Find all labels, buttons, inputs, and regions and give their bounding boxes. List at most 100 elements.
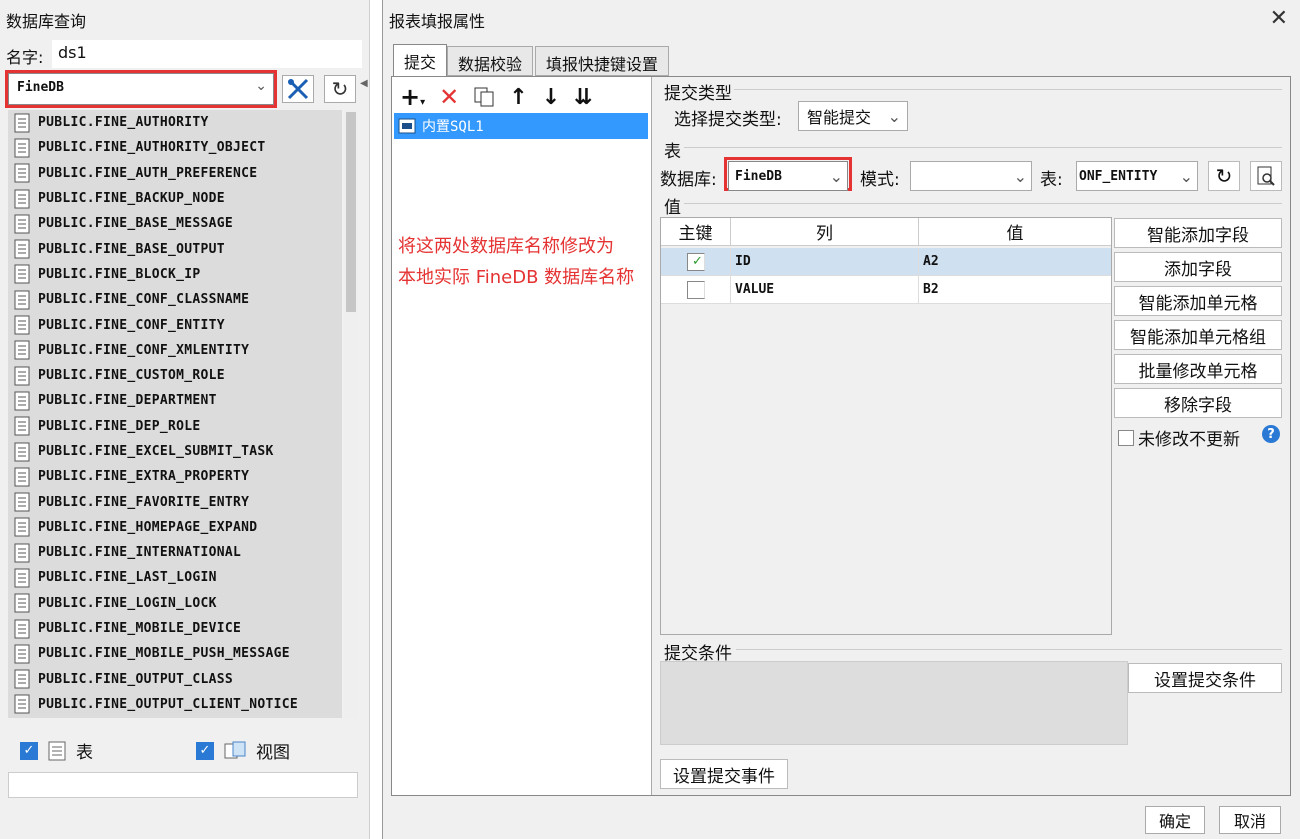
ok-button[interactable]: 确定 xyxy=(1145,806,1205,834)
panel-title: 数据库查询 xyxy=(6,12,87,31)
list-item[interactable]: PUBLIC.FINE_AUTH_PREFERENCE xyxy=(8,161,342,186)
chevron-down-icon: ⌄ xyxy=(1179,166,1193,186)
smart-add-cell-button[interactable]: 智能添加单元格 xyxy=(1114,286,1282,316)
table-icon xyxy=(14,163,30,183)
table-name: PUBLIC.FINE_OUTPUT_CLASS xyxy=(38,671,234,687)
schema-select[interactable]: ⌄ xyxy=(910,161,1032,191)
table-row[interactable]: VALUE B2 xyxy=(661,276,1111,304)
list-item[interactable]: PUBLIC.FINE_INTERNATIONAL xyxy=(8,540,342,565)
value-group-label: 值 xyxy=(664,198,681,218)
connection-settings-button[interactable] xyxy=(282,75,314,103)
list-item[interactable]: PUBLIC.FINE_HOMEPAGE_EXPAND xyxy=(8,515,342,540)
show-tables-checkbox[interactable]: ✓ xyxy=(20,741,38,760)
sql-toolbar: +▾ ✕ ↑ ↓ ⇊ xyxy=(400,83,593,111)
list-item[interactable]: PUBLIC.FINE_BACKUP_NODE xyxy=(8,186,342,211)
list-item[interactable]: PUBLIC.FINE_AUTHORITY_OBJECT xyxy=(8,135,342,160)
table-row[interactable]: ✓ ID A2 xyxy=(661,248,1111,276)
copy-icon[interactable] xyxy=(473,86,495,108)
chevron-down-icon: ⌄ xyxy=(887,106,901,126)
dialog-title: 报表填报属性 xyxy=(389,12,486,31)
show-views-option[interactable]: ✓ 视图 xyxy=(196,738,290,763)
batch-modify-cell-button[interactable]: 批量修改单元格 xyxy=(1114,354,1282,384)
table-icon xyxy=(14,467,30,487)
filter-input[interactable] xyxy=(8,772,358,798)
list-item[interactable]: PUBLIC.FINE_BASE_MESSAGE xyxy=(8,211,342,236)
db-select[interactable]: FineDB ⌄ xyxy=(728,161,848,191)
tab-submit[interactable]: 提交 xyxy=(393,44,448,76)
list-item[interactable]: PUBLIC.FINE_CUSTOM_ROLE xyxy=(8,363,342,388)
list-item[interactable]: PUBLIC.FINE_AUTHORITY xyxy=(8,110,342,135)
close-icon[interactable]: ✕ xyxy=(1270,6,1288,31)
list-item[interactable]: PUBLIC.FINE_EXCEL_SUBMIT_TASK xyxy=(8,439,342,464)
no-update-option[interactable]: 未修改不更新 xyxy=(1118,425,1240,450)
list-item[interactable]: PUBLIC.FINE_LAST_LOGIN xyxy=(8,565,342,590)
primary-key-cell[interactable] xyxy=(661,276,731,303)
value-cell[interactable]: B2 xyxy=(919,276,1111,303)
add-field-button[interactable]: 添加字段 xyxy=(1114,252,1282,282)
list-item[interactable]: PUBLIC.FINE_MOBILE_PUSH_MESSAGE xyxy=(8,641,342,666)
list-item[interactable]: PUBLIC.FINE_MOBILE_DEVICE xyxy=(8,616,342,641)
header-column: 列 xyxy=(731,218,919,245)
condition-area[interactable] xyxy=(660,661,1128,745)
column-cell[interactable]: VALUE xyxy=(731,276,919,303)
table-name: PUBLIC.FINE_DEPARTMENT xyxy=(38,393,217,409)
submit-type-label: 选择提交类型: xyxy=(674,110,782,130)
table-name: PUBLIC.FINE_DEP_ROLE xyxy=(38,418,201,434)
table-icon xyxy=(14,416,30,436)
list-item[interactable]: PUBLIC.FINE_CONF_ENTITY xyxy=(8,312,342,337)
list-item[interactable]: PUBLIC.FINE_EXTRA_PROPERTY xyxy=(8,464,342,489)
no-update-checkbox[interactable] xyxy=(1118,429,1134,446)
database-select[interactable]: FineDB ⌄ xyxy=(8,73,274,105)
database-query-panel: 数据库查询 名字: ds1 FineDB ⌄ ↻ ◀ PUBLIC.FINE_A… xyxy=(0,0,370,839)
table-name: PUBLIC.FINE_BLOCK_IP xyxy=(38,266,201,282)
table-name: PUBLIC.FINE_AUTHORITY_OBJECT xyxy=(38,140,266,156)
list-item[interactable]: PUBLIC.FINE_DEPARTMENT xyxy=(8,388,342,413)
preview-table-button[interactable] xyxy=(1250,161,1282,191)
table-name: PUBLIC.FINE_CONF_CLASSNAME xyxy=(38,292,250,308)
delete-icon[interactable]: ✕ xyxy=(439,83,459,111)
table-name: PUBLIC.FINE_INTERNATIONAL xyxy=(38,545,242,561)
database-select-value: FineDB xyxy=(17,80,64,95)
primary-key-cell[interactable]: ✓ xyxy=(661,248,731,275)
tab-fill-shortcuts[interactable]: 填报快捷键设置 xyxy=(535,46,670,76)
move-up-icon[interactable]: ↑ xyxy=(509,85,527,110)
refresh-table-button[interactable]: ↻ xyxy=(1208,161,1240,191)
show-views-checkbox[interactable]: ✓ xyxy=(196,741,214,760)
sql-list-item[interactable]: 内置SQL1 xyxy=(394,113,648,139)
cancel-button[interactable]: 取消 xyxy=(1219,806,1281,834)
list-item[interactable]: PUBLIC.FINE_BLOCK_IP xyxy=(8,262,342,287)
list-item[interactable]: PUBLIC.FINE_CONF_CLASSNAME xyxy=(8,287,342,312)
refresh-button[interactable]: ↻ xyxy=(324,75,356,103)
name-input[interactable]: ds1 xyxy=(52,40,362,68)
submit-type-select[interactable]: 智能提交 ⌄ xyxy=(798,101,908,131)
refresh-icon: ↻ xyxy=(331,77,349,101)
table-list[interactable]: PUBLIC.FINE_AUTHORITY PUBLIC.FINE_AUTHORI… xyxy=(8,110,342,718)
primary-key-checkbox[interactable]: ✓ xyxy=(686,252,705,271)
list-item[interactable]: PUBLIC.FINE_DEP_ROLE xyxy=(8,414,342,439)
list-item[interactable]: PUBLIC.FINE_OUTPUT_CLASS xyxy=(8,667,342,692)
move-down-icon[interactable]: ↓ xyxy=(542,85,560,110)
smart-add-cell-group-button[interactable]: 智能添加单元格组 xyxy=(1114,320,1282,350)
smart-add-field-button[interactable]: 智能添加字段 xyxy=(1114,218,1282,248)
list-item[interactable]: PUBLIC.FINE_CONF_XMLENTITY xyxy=(8,338,342,363)
table-select[interactable]: ONF_ENTITY ⌄ xyxy=(1076,161,1198,191)
list-item[interactable]: PUBLIC.FINE_FAVORITE_ENTRY xyxy=(8,489,342,514)
list-item[interactable]: PUBLIC.FINE_BASE_OUTPUT xyxy=(8,236,342,261)
add-icon[interactable]: +▾ xyxy=(400,83,425,111)
show-tables-option[interactable]: ✓ 表 xyxy=(20,738,93,763)
remove-field-button[interactable]: 移除字段 xyxy=(1114,388,1282,418)
help-icon[interactable]: ? xyxy=(1262,425,1280,443)
tab-data-validation[interactable]: 数据校验 xyxy=(447,46,534,76)
set-condition-button[interactable]: 设置提交条件 xyxy=(1128,663,1282,693)
list-item[interactable]: PUBLIC.FINE_LOGIN_LOCK xyxy=(8,591,342,616)
collapse-arrow-icon[interactable]: ◀ xyxy=(360,78,368,89)
scrollbar-thumb[interactable] xyxy=(346,112,356,312)
column-cell[interactable]: ID xyxy=(731,248,919,275)
value-cell[interactable]: A2 xyxy=(919,248,1111,275)
primary-key-checkbox[interactable] xyxy=(686,280,705,299)
set-event-button[interactable]: 设置提交事件 xyxy=(660,759,788,789)
list-item[interactable]: PUBLIC.FINE_OUTPUT_CLIENT_NOTICE xyxy=(8,692,342,717)
move-bottom-icon[interactable]: ⇊ xyxy=(574,85,592,110)
table-icon xyxy=(14,644,30,664)
field-grid[interactable]: 主键 列 值 ✓ ID A2 VALUE B2 xyxy=(660,217,1112,635)
